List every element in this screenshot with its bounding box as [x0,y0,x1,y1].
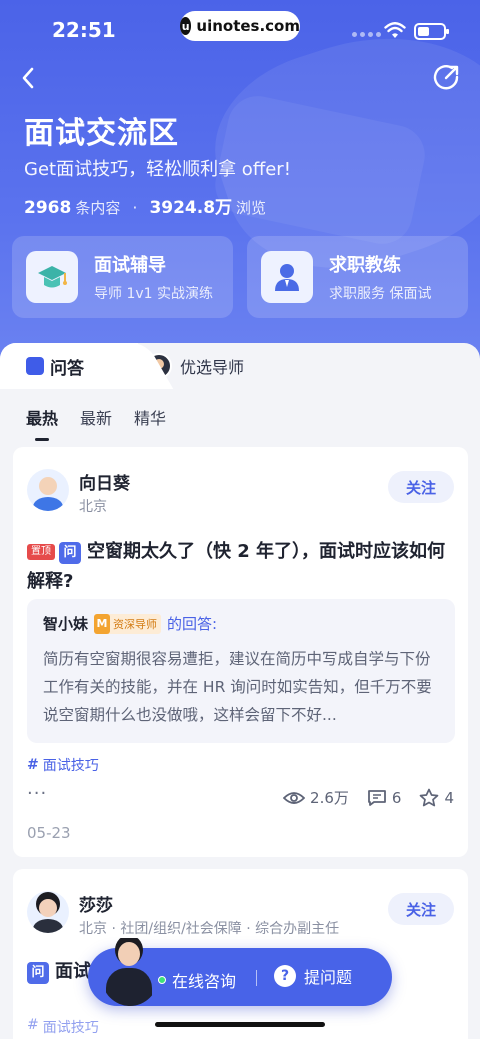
service-desc: 求职服务 保面试 [329,286,432,302]
answer-header: 智小妹 M 资深导师 的回答: [43,613,217,634]
site-logo-icon: u [180,17,192,35]
question-text: 空窗期太久了（快 2 年了），面试时应该如何解释? [27,541,446,592]
divider [256,970,257,986]
online-consult-label: 在线咨询 [172,972,237,991]
comment-icon [368,789,386,806]
service-interview-coaching[interactable]: 面试辅导 导师 1v1 实战演练 [12,236,233,318]
status-bar: 22:51 u uinotes.com [0,0,480,58]
service-desc: 导师 1v1 实战演练 [94,286,213,302]
follow-button[interactable]: 关注 [388,471,454,503]
view-count: 3924.8万 [149,198,233,218]
tab-label: 问答 [50,358,84,379]
main-tabs: 优选导师 问答 [0,343,480,389]
question-mark-icon: ? [274,965,296,987]
consult-action-bar: 在线咨询 ? 提问题 [88,942,392,1006]
answer-preview[interactable]: 智小妹 M 资深导师 的回答: 简历有空窗期很容易遭拒，建议在简历中写成自学与下份… [27,599,455,743]
star-icon [420,788,439,807]
subtab-latest[interactable]: 最新 [80,405,112,429]
stars-count: 4 [444,788,454,807]
pinned-badge: 置顶 [27,544,55,560]
content-label: 条内容 [75,199,121,217]
question-badge: 问 [27,962,49,984]
page-title: 面试交流区 [24,116,179,151]
author-name[interactable]: 向日葵 [79,469,130,494]
author-name[interactable]: 莎莎 [79,891,113,916]
comments-count: 6 [391,788,402,807]
question-badge: 问 [59,542,81,564]
service-title: 求职教练 [329,255,401,276]
subtab-featured[interactable]: 精华 [134,405,166,429]
post-date: 05-23 [27,824,71,842]
page-subtitle: Get面试技巧，轻松顺利拿 offer! [24,159,291,180]
consultant-avatar [102,938,158,1006]
service-title: 面试辅导 [94,255,166,276]
tag-label: 面试技巧 [42,758,99,774]
content-count: 2968 [24,198,72,218]
status-time: 22:51 [52,18,116,42]
feed-subtabs: 最热 最新 精华 [26,405,166,441]
avatar[interactable] [27,469,69,511]
online-consult-button[interactable]: 在线咨询 [158,968,236,992]
stars-metric[interactable]: 4 [419,788,454,807]
follow-button[interactable]: 关注 [388,893,454,925]
person-icon [261,251,313,303]
tag-label: 面试技巧 [42,1020,99,1036]
author-location: 北京 · 社团/组织/社会保障 · 综合办副主任 [79,921,340,937]
stats-separator: · [132,198,138,217]
signal-icon [352,32,381,37]
hashtag-icon: # [27,757,39,773]
tab-label: 优选导师 [180,358,245,377]
eye-icon [283,791,306,804]
feed: 最热 最新 精华 向日葵 北京 关注 置顶问空窗期太久了（快 2 年了），面试时… [0,389,480,1039]
wifi-icon [384,22,406,38]
answer-text: 简历有空窗期很容易遭拒，建议在简历中写成自学与下份工作有关的技能，并在 HR 询… [43,650,432,724]
page-stats: 2968 条内容 · 3924.8万 浏览 [24,193,266,218]
avatar[interactable] [27,891,69,933]
ask-question-button[interactable]: ? 提问题 [274,964,352,988]
online-status-icon [158,976,166,984]
graduation-cap-icon [26,251,78,303]
topic-tag[interactable]: # 面试技巧 [27,755,99,775]
answer-suffix: 的回答: [167,615,218,633]
view-label: 浏览 [236,199,267,217]
ask-question-label: 提问题 [304,968,353,987]
views-metric: 2.6万 [283,787,349,808]
mentor-badge: M 资深导师 [94,613,162,634]
tab-qa[interactable]: 问答 [0,343,138,389]
hashtag-icon: # [27,1017,39,1033]
post-card[interactable]: 向日葵 北京 关注 置顶问空窗期太久了（快 2 年了），面试时应该如何解释? 智… [13,447,468,857]
home-indicator[interactable] [155,1022,325,1027]
post-metrics: 2.6万 6 4 [283,787,454,808]
views-count: 2.6万 [310,789,349,807]
back-icon[interactable] [14,62,46,94]
battery-icon [414,23,449,40]
answerer-name: 智小妹 [43,615,89,633]
site-name: uinotes.com [196,17,300,35]
service-job-coach[interactable]: 求职教练 求职服务 保面试 [247,236,468,318]
topic-tag[interactable]: # 面试技巧 [27,1017,99,1037]
share-icon[interactable] [430,62,462,94]
chat-icon [26,357,44,375]
mentor-icon: M [94,613,111,634]
subtab-hot[interactable]: 最热 [26,405,58,441]
more-options-icon[interactable]: ··· [27,783,47,804]
author-location: 北京 [79,499,107,515]
comments-metric[interactable]: 6 [367,788,402,807]
question-title[interactable]: 置顶问空窗期太久了（快 2 年了），面试时应该如何解释? [27,537,447,597]
site-pill: u uinotes.com [180,11,300,41]
